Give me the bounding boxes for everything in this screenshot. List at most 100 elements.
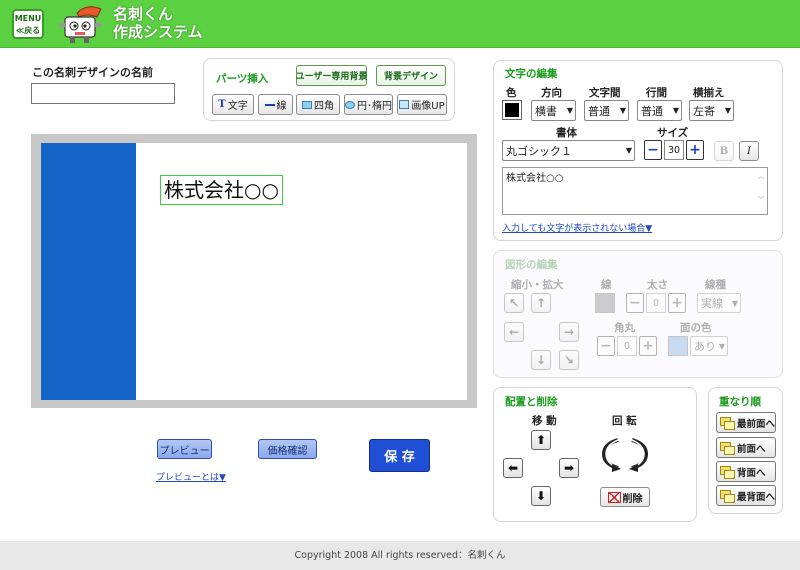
send-backward-label: 背面へ: [737, 467, 766, 479]
site-logo[interactable]: 名刺くん 作成システム: [113, 5, 203, 41]
shape-line-label: 線: [601, 279, 612, 291]
scale-down-right-arrow-icon[interactable]: ↘: [559, 350, 579, 370]
chevron-down-icon: ▼: [718, 341, 725, 351]
line-type-select[interactable]: 実線 ▼: [697, 293, 741, 313]
char-spacing-value: 普通: [588, 104, 610, 118]
chevron-down-icon: ▼: [625, 146, 632, 155]
scale-right-arrow-icon[interactable]: →: [559, 322, 579, 342]
text-not-shown-help-link[interactable]: 入力しても文字が表示されない場合▼: [502, 221, 652, 234]
delete-icon: [607, 491, 621, 503]
text-color-swatch[interactable]: [502, 100, 522, 120]
align-value: 左寄: [693, 104, 715, 118]
round-increase-button[interactable]: +: [639, 336, 657, 356]
text-edit-title: 文字の編集: [505, 68, 558, 80]
background-design-button[interactable]: 背景デザイン: [376, 65, 446, 86]
move-up-arrow-icon[interactable]: ⬆: [531, 430, 551, 450]
insert-text-label: 文字: [227, 101, 248, 112]
scale-up-arrow-icon[interactable]: ↑: [531, 293, 551, 313]
rotate-left-icon[interactable]: [600, 436, 622, 472]
rotate-label: 回 転: [612, 415, 637, 427]
italic-button[interactable]: I: [739, 141, 759, 161]
align-label: 横揃え: [693, 87, 725, 99]
delete-label: 削除: [622, 493, 643, 505]
bring-to-front-button[interactable]: 最前面へ: [716, 412, 776, 433]
price-check-button[interactable]: 価格確認: [258, 439, 317, 459]
bring-forward-button[interactable]: 前面へ: [716, 437, 776, 458]
insert-ellipse-button[interactable]: 円･楕円: [344, 94, 393, 115]
rotate-right-icon[interactable]: [628, 436, 650, 472]
round-corner-label: 角丸: [614, 322, 635, 334]
parts-title: パーツ挿入: [216, 73, 269, 85]
insert-ellipse-label: 円･楕円: [357, 101, 392, 112]
card-text-element[interactable]: 株式会社○○: [160, 175, 283, 205]
color-label: 色: [506, 87, 517, 99]
char-spacing-label: 文字間: [589, 87, 621, 99]
char-spacing-select[interactable]: 普通 ▼: [584, 100, 629, 121]
line-color-swatch[interactable]: [595, 293, 615, 313]
menu-back-button[interactable]: MENU ≪戻る: [12, 9, 44, 39]
upload-image-button[interactable]: 画像UP: [397, 94, 447, 115]
move-label: 移 動: [532, 415, 557, 427]
preview-button[interactable]: プレビュー: [157, 439, 212, 459]
send-backward-button[interactable]: 背面へ: [716, 461, 776, 482]
round-decrease-button[interactable]: −: [597, 336, 615, 356]
scale-down-arrow-icon[interactable]: ↓: [531, 350, 551, 370]
bring-forward-label: 前面へ: [737, 443, 766, 455]
fill-color-label: 面の色: [680, 322, 712, 334]
text-content-area[interactable]: 株式会社○○ ︿ ﹀: [502, 167, 768, 215]
delete-button[interactable]: 削除: [600, 487, 650, 507]
line-type-label: 線種: [705, 279, 726, 291]
layer-icon: [720, 416, 735, 430]
line-spacing-label: 行間: [646, 87, 667, 99]
line-spacing-value: 普通: [641, 104, 663, 118]
user-background-button[interactable]: ユーザー専用背景: [296, 65, 367, 86]
insert-rect-button[interactable]: 四角: [296, 94, 340, 115]
size-increase-button[interactable]: +: [686, 140, 704, 160]
size-value[interactable]: 30: [664, 140, 684, 160]
fill-select[interactable]: あり ▼: [690, 336, 728, 356]
arrange-title: 配置と削除: [505, 396, 558, 408]
move-right-arrow-icon[interactable]: ➡: [559, 458, 579, 478]
send-to-back-button[interactable]: 最背面へ: [716, 485, 776, 506]
layer-order-title: 重なり順: [719, 396, 761, 408]
preview-help-link[interactable]: プレビューとは▼: [156, 470, 226, 483]
chevron-down-icon: ▼: [731, 298, 738, 308]
move-down-arrow-icon[interactable]: ⬇: [531, 486, 551, 506]
bring-to-front-label: 最前面へ: [736, 418, 775, 430]
footer-copyright: Copyright 2008 All rights reserved：名刺くん: [0, 541, 800, 570]
text-tool-icon: T: [218, 99, 226, 110]
line-spacing-select[interactable]: 普通 ▼: [637, 100, 682, 121]
card-accent-bar[interactable]: [41, 143, 136, 400]
fill-value: あり: [694, 340, 716, 353]
back-label: ≪戻る: [15, 26, 41, 35]
chevron-down-icon: ▼: [619, 106, 626, 115]
chevron-down-icon: ▼: [566, 106, 573, 115]
thickness-value[interactable]: 0: [646, 293, 666, 313]
insert-text-button[interactable]: T 文字: [212, 94, 254, 115]
insert-line-button[interactable]: 線: [258, 94, 293, 115]
scale-label: 縮小・拡大: [511, 279, 564, 291]
font-select[interactable]: 丸ゴシック１ ▼: [502, 140, 635, 161]
align-select[interactable]: 左寄 ▼: [689, 100, 734, 121]
shape-edit-title: 図形の編集: [505, 259, 558, 271]
thickness-increase-button[interactable]: +: [668, 293, 686, 313]
menu-label: MENU: [14, 14, 42, 23]
save-button[interactable]: 保 存: [369, 439, 430, 472]
move-left-arrow-icon[interactable]: ⬅: [503, 458, 523, 478]
size-decrease-button[interactable]: −: [644, 140, 662, 160]
upload-image-label: 画像UP: [411, 101, 445, 112]
textarea-scrollbar[interactable]: ︿ ﹀: [756, 170, 766, 212]
chevron-down-icon: ▼: [672, 106, 679, 115]
header: MENU ≪戻る 名刺くん 作成システム: [0, 0, 800, 48]
round-value[interactable]: 0: [617, 336, 637, 356]
scale-left-arrow-icon[interactable]: ←: [504, 322, 524, 342]
direction-select[interactable]: 横書 ▼: [531, 100, 576, 121]
image-tool-icon: [399, 100, 410, 109]
fill-color-swatch[interactable]: [668, 336, 688, 356]
design-name-input[interactable]: [31, 83, 175, 104]
scale-up-left-arrow-icon[interactable]: ↖: [504, 293, 524, 313]
bold-button[interactable]: B: [714, 141, 734, 161]
layer-icon: [720, 489, 735, 503]
thickness-decrease-button[interactable]: −: [626, 293, 644, 313]
direction-value: 横書: [535, 104, 557, 118]
